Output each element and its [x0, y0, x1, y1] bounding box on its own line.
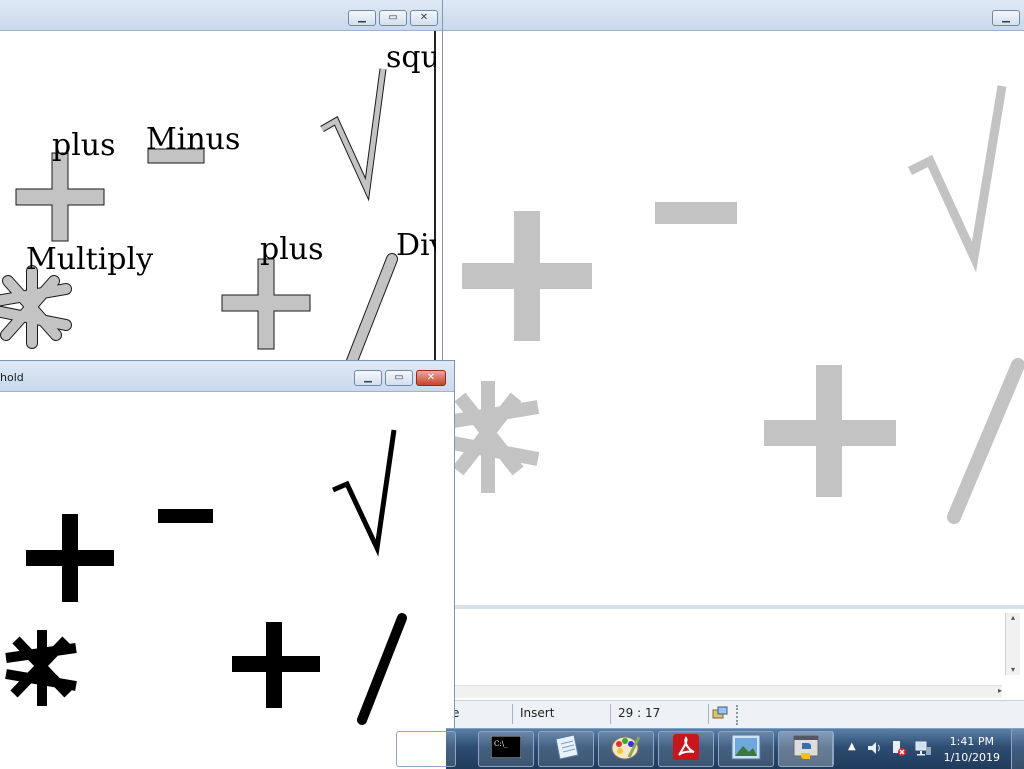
- multiply-symbol: [442, 381, 540, 493]
- top-left-window-canvas: plus Minus squ Multiply plus Di: [0, 31, 442, 362]
- editor-statusbar: e Insert 29 : 17: [446, 700, 1024, 729]
- close-icon: ✕: [419, 12, 429, 23]
- status-grip: [736, 705, 740, 725]
- tray-separator: [832, 731, 837, 767]
- taskbar: C:\_ ▲ 1:41 PM 1/10/2019: [396, 728, 1024, 769]
- plus-black-1-bar: [26, 550, 114, 566]
- network-icon[interactable]: [914, 739, 932, 761]
- editor-vertical-scrollbar[interactable]: ▴ ▾: [1005, 613, 1020, 675]
- scroll-right-icon[interactable]: ▸: [998, 686, 1002, 695]
- label-plus-1: plus: [52, 128, 116, 163]
- python-icon: [792, 733, 820, 765]
- label-divide: Div: [396, 228, 436, 263]
- plus-contour-2: [221, 258, 311, 350]
- square-root-black: [332, 429, 397, 557]
- minus-black: [158, 509, 213, 523]
- right-window-canvas: [442, 31, 1024, 605]
- close-icon: ✕: [426, 372, 436, 383]
- maximize-icon: ▭: [388, 12, 398, 23]
- maximize-button[interactable]: ▭: [379, 10, 407, 26]
- status-separator: [512, 704, 513, 724]
- right-window-titlebar[interactable]: ▁: [442, 0, 1024, 31]
- network-share-icon[interactable]: [712, 705, 728, 724]
- action-center-icon[interactable]: [890, 739, 908, 761]
- clock[interactable]: 1:41 PM 1/10/2019: [944, 734, 1000, 766]
- photo-viewer-icon: [731, 734, 761, 764]
- contour-symbols-image: plus Minus squ Multiply plus Di: [0, 40, 442, 362]
- clock-time: 1:41 PM: [949, 735, 994, 748]
- taskbar-button-notepad[interactable]: [538, 731, 594, 767]
- svg-text:C:\_: C:\_: [494, 740, 508, 748]
- label-square-root: squ: [386, 40, 436, 75]
- black-symbols-image: [5, 429, 407, 725]
- label-minus: Minus: [146, 122, 240, 157]
- close-button[interactable]: ✕: [410, 10, 438, 26]
- taskbar-button-python[interactable]: [778, 731, 834, 767]
- clock-date: 1/10/2019: [943, 751, 1000, 764]
- scroll-up-icon[interactable]: ▴: [1006, 613, 1020, 623]
- minimize-icon: ▁: [364, 372, 372, 383]
- status-cursor-position: 29 : 17: [618, 706, 661, 720]
- divide-symbol: [947, 358, 1024, 524]
- volume-icon[interactable]: [866, 739, 884, 761]
- minimize-button[interactable]: ▁: [354, 370, 382, 386]
- window-title: hold: [0, 371, 24, 384]
- plus-contour-1: [15, 152, 105, 242]
- show-desktop-button[interactable]: [1011, 729, 1024, 769]
- plus-symbol-2-bar: [764, 420, 896, 446]
- show-hidden-icons-icon[interactable]: ▲: [848, 741, 856, 752]
- multiply-fill: [0, 266, 71, 348]
- minimize-button[interactable]: ▁: [992, 10, 1020, 26]
- pdf-reader-icon: [672, 733, 700, 765]
- close-button[interactable]: ✕: [416, 370, 446, 386]
- editor-horizontal-scrollbar[interactable]: ▸: [442, 685, 1002, 698]
- paint-icon: [611, 733, 641, 765]
- minimize-icon: ▁: [1002, 12, 1010, 23]
- minimize-button[interactable]: ▁: [348, 10, 376, 26]
- editor-pane[interactable]: ▴ ▾ ▸: [442, 605, 1024, 700]
- threshold-window-canvas: [0, 392, 446, 769]
- threshold-window: hold ▁ ▭ ✕: [0, 360, 455, 769]
- square-root-fill: [320, 68, 386, 198]
- status-separator: [610, 704, 611, 724]
- multiply-black: [5, 630, 77, 706]
- maximize-icon: ▭: [394, 372, 404, 383]
- top-left-window: ▁ ▭ ✕ plus Minus squ Multiply plus Di: [0, 0, 443, 362]
- taskbar-button-paint[interactable]: [598, 731, 654, 767]
- divide-black: [357, 613, 407, 725]
- divide-fill: [347, 254, 397, 362]
- status-insert: Insert: [520, 706, 555, 720]
- plus-black-2-bar: [232, 656, 320, 672]
- taskbar-button-photos[interactable]: [718, 731, 774, 767]
- scroll-down-icon[interactable]: ▾: [1006, 665, 1020, 675]
- plus-symbol-1-bar: [462, 263, 592, 289]
- gray-symbols-image: [442, 85, 1024, 524]
- right-window: ▁ ▴ ▾ ▸: [442, 0, 1024, 700]
- cmd-icon: C:\_: [490, 735, 522, 762]
- taskbar-button-partial[interactable]: [396, 731, 456, 767]
- label-plus-2: plus: [260, 232, 324, 267]
- top-left-window-titlebar[interactable]: ▁ ▭ ✕: [0, 0, 442, 31]
- label-multiply: Multiply: [26, 242, 153, 277]
- minus-symbol: [655, 202, 737, 224]
- minimize-icon: ▁: [358, 12, 366, 23]
- threshold-window-titlebar[interactable]: hold ▁ ▭ ✕: [0, 361, 454, 392]
- square-root-symbol: [907, 85, 1007, 273]
- maximize-button[interactable]: ▭: [385, 370, 413, 386]
- taskbar-button-pdf[interactable]: [658, 731, 714, 767]
- taskbar-button-cmd[interactable]: C:\_: [478, 731, 534, 767]
- status-separator: [708, 704, 709, 724]
- notepad-icon: [552, 733, 580, 765]
